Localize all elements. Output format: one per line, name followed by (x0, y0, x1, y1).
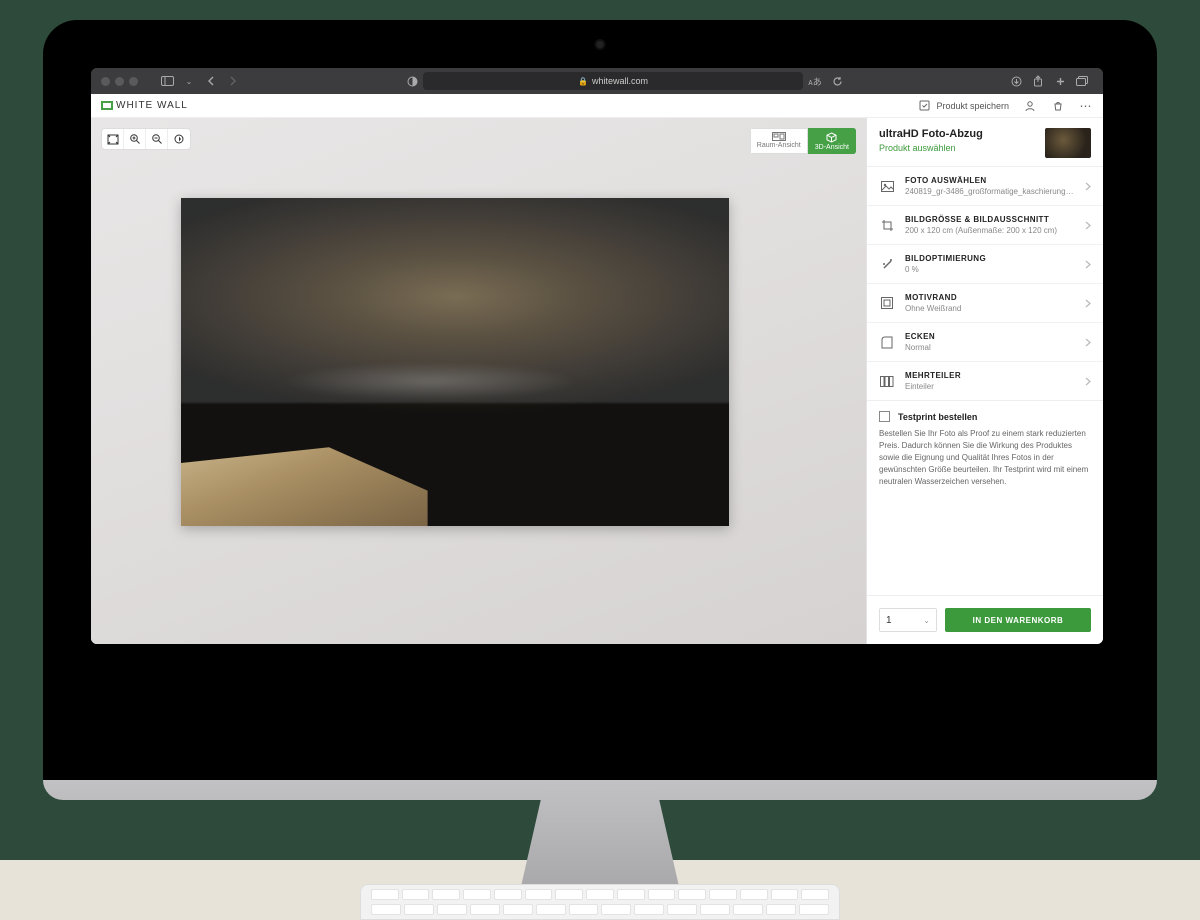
chevron-right-icon (1085, 299, 1091, 308)
app-viewport: WHITE WALL Produkt speichern (91, 94, 1103, 644)
product-title: ultraHD Foto-Abzug (879, 128, 1037, 140)
tabs-overview-icon[interactable] (1074, 73, 1090, 89)
logo-mark-icon (101, 101, 113, 110)
fit-screen-button[interactable] (102, 129, 124, 149)
testprint-label: Testprint bestellen (898, 412, 977, 422)
canvas-toolbar (101, 128, 191, 150)
save-icon (917, 99, 931, 113)
sidebar-footer: 1 ⌄ IN DEN WARENKORB (867, 595, 1103, 644)
new-tab-icon[interactable] (1052, 73, 1068, 89)
cart-icon[interactable] (1051, 99, 1065, 113)
product-header[interactable]: ultraHD Foto-Abzug Produkt auswählen (867, 118, 1103, 167)
option-value: 0 % (905, 265, 1075, 274)
minimize-window-icon[interactable] (115, 77, 124, 86)
chevron-right-icon (1085, 377, 1091, 386)
more-menu-icon[interactable]: ⋯ (1079, 99, 1093, 113)
panels-icon (879, 373, 895, 389)
add-to-cart-label: IN DEN WARENKORB (973, 616, 1064, 625)
testprint-checkbox-row[interactable]: Testprint bestellen (879, 411, 1091, 422)
camera-icon (597, 41, 604, 48)
rotate-button[interactable] (168, 129, 190, 149)
tab-3d-view[interactable]: 3D-Ansicht (808, 128, 856, 154)
quantity-select[interactable]: 1 ⌄ (879, 608, 937, 632)
option-value: 240819_gr-3486_großformatige_kaschierung… (905, 187, 1075, 196)
testprint-section: Testprint bestellen Bestellen Sie Ihr Fo… (867, 401, 1103, 494)
save-product-label: Produkt speichern (936, 101, 1009, 111)
option-value: Einteiler (905, 382, 1075, 391)
config-sidebar: ultraHD Foto-Abzug Produkt auswählen FOT… (866, 118, 1103, 644)
lock-icon: 🔒 (578, 77, 588, 86)
options-list: FOTO AUSWÄHLEN 240819_gr-3486_großformati… (867, 167, 1103, 401)
brand-logo[interactable]: WHITE WALL (101, 100, 188, 111)
nav-forward-icon (225, 73, 241, 89)
option-row-wand[interactable]: BILDOPTIMIERUNG 0 % (867, 245, 1103, 284)
option-row-corner[interactable]: ECKEN Normal (867, 323, 1103, 362)
option-label: ECKEN (905, 332, 1075, 341)
chevron-down-icon: ⌄ (923, 616, 930, 625)
translate-icon[interactable]: ᴀあ (807, 73, 823, 89)
chevron-right-icon (1085, 182, 1091, 191)
option-row-panels[interactable]: MEHRTEILER Einteiler (867, 362, 1103, 400)
option-value: Normal (905, 343, 1075, 352)
option-value: Ohne Weißrand (905, 304, 1075, 313)
product-preview-image[interactable] (181, 198, 729, 526)
imac-frame: ⌄ 🔒 whitewall.com ᴀあ (43, 20, 1157, 900)
testprint-checkbox[interactable] (879, 411, 890, 422)
reader-mode-icon[interactable] (404, 73, 420, 89)
image-icon (879, 178, 895, 194)
account-icon[interactable] (1023, 99, 1037, 113)
window-controls[interactable] (101, 77, 138, 86)
option-label: BILDOPTIMIERUNG (905, 254, 1075, 263)
testprint-description: Bestellen Sie Ihr Foto als Proof zu eine… (879, 428, 1091, 488)
downloads-icon[interactable] (1008, 73, 1024, 89)
room-view-icon (772, 132, 786, 141)
reload-icon[interactable] (829, 73, 845, 89)
cube-3d-icon (826, 132, 837, 143)
crop-icon (879, 217, 895, 233)
url-text: whitewall.com (592, 76, 648, 86)
tab-room-label: Raum-Ansicht (757, 142, 801, 149)
zoom-in-button[interactable] (124, 129, 146, 149)
option-row-image[interactable]: FOTO AUSWÄHLEN 240819_gr-3486_großformati… (867, 167, 1103, 206)
fullscreen-window-icon[interactable] (129, 77, 138, 86)
preview-canvas: Raum-Ansicht 3D-Ansicht (91, 118, 866, 644)
option-label: MOTIVRAND (905, 293, 1075, 302)
keyboard (360, 884, 840, 920)
option-label: FOTO AUSWÄHLEN (905, 176, 1075, 185)
save-product-button[interactable]: Produkt speichern (917, 99, 1009, 113)
add-to-cart-button[interactable]: IN DEN WARENKORB (945, 608, 1091, 632)
close-window-icon[interactable] (101, 77, 110, 86)
sidebar-toggle-icon[interactable] (159, 73, 175, 89)
option-value: 200 x 120 cm (Außenmaße: 200 x 120 cm) (905, 226, 1075, 235)
chevron-right-icon (1085, 338, 1091, 347)
dropdown-chevron-icon[interactable]: ⌄ (181, 73, 197, 89)
option-label: MEHRTEILER (905, 371, 1075, 380)
option-row-border[interactable]: MOTIVRAND Ohne Weißrand (867, 284, 1103, 323)
share-icon[interactable] (1030, 73, 1046, 89)
wand-icon (879, 256, 895, 272)
zoom-out-button[interactable] (146, 129, 168, 149)
quantity-value: 1 (886, 615, 892, 626)
border-icon (879, 295, 895, 311)
product-thumbnail (1045, 128, 1091, 158)
tab-room-view[interactable]: Raum-Ansicht (750, 128, 808, 154)
choose-product-link[interactable]: Produkt auswählen (879, 143, 1037, 153)
tab-3d-label: 3D-Ansicht (815, 144, 849, 151)
option-label: BILDGRÖSSE & BILDAUSSCHNITT (905, 215, 1075, 224)
view-mode-tabs: Raum-Ansicht 3D-Ansicht (750, 128, 856, 154)
app-header: WHITE WALL Produkt speichern (91, 94, 1103, 118)
corner-icon (879, 334, 895, 350)
brand-text: WHITE WALL (116, 100, 188, 111)
chevron-right-icon (1085, 260, 1091, 269)
option-row-crop[interactable]: BILDGRÖSSE & BILDAUSSCHNITT 200 x 120 cm … (867, 206, 1103, 245)
browser-toolbar: ⌄ 🔒 whitewall.com ᴀあ (91, 68, 1103, 94)
address-bar[interactable]: 🔒 whitewall.com (423, 72, 803, 90)
chevron-right-icon (1085, 221, 1091, 230)
nav-back-icon[interactable] (203, 73, 219, 89)
